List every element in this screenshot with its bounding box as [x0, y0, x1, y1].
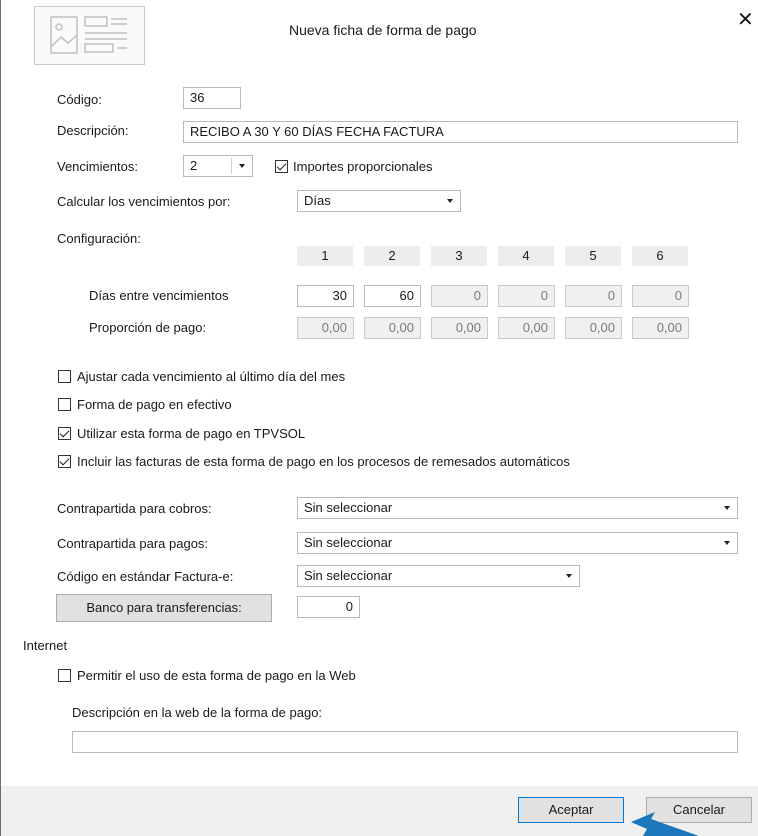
ajustar-vencimiento-label: Ajustar cada vencimiento al último día d…: [77, 369, 346, 384]
dias-input-1[interactable]: 30: [297, 285, 354, 307]
permitir-web-label: Permitir el uso de esta forma de pago en…: [77, 668, 356, 683]
vencimientos-select[interactable]: 2: [183, 155, 253, 177]
contrapartida-cobros-label: Contrapartida para cobros:: [57, 501, 212, 516]
banco-transferencias-input[interactable]: 0: [297, 596, 360, 618]
calcular-select[interactable]: Días: [297, 190, 461, 212]
proporcion-input-3: 0,00: [431, 317, 488, 339]
proporcion-pago-label: Proporción de pago:: [89, 320, 207, 335]
descripcion-label: Descripción:: [57, 123, 129, 138]
dialog-window: Nueva ficha de forma de pago ✕ Código: 3…: [0, 0, 758, 836]
proporcion-input-5: 0,00: [565, 317, 622, 339]
incluir-remesados-checkbox[interactable]: [58, 455, 71, 468]
vencimientos-value: 2: [190, 158, 198, 173]
column-header-5: 5: [565, 246, 621, 266]
ajustar-vencimiento-checkbox[interactable]: [58, 370, 71, 383]
column-header-4: 4: [498, 246, 554, 266]
descripcion-input[interactable]: RECIBO A 30 Y 60 DÍAS FECHA FACTURA: [183, 121, 738, 143]
forma-pago-efectivo-checkbox[interactable]: [58, 398, 71, 411]
column-header-3: 3: [431, 246, 487, 266]
chevron-down-icon[interactable]: [717, 498, 737, 518]
codigo-input[interactable]: 36: [183, 87, 241, 109]
codigo-factura-e-select[interactable]: Sin seleccionar: [297, 565, 580, 587]
chevron-down-icon[interactable]: [559, 566, 579, 586]
forma-pago-efectivo-label: Forma de pago en efectivo: [77, 397, 232, 412]
column-header-6: 6: [632, 246, 688, 266]
calcular-label: Calcular los vencimientos por:: [57, 194, 231, 209]
codigo-factura-e-value: Sin seleccionar: [304, 568, 393, 583]
column-header-2: 2: [364, 246, 420, 266]
dias-input-4: 0: [498, 285, 555, 307]
importes-proporcionales-checkbox[interactable]: [275, 160, 288, 173]
utilizar-tpvsol-label: Utilizar esta forma de pago en TPVSOL: [77, 426, 306, 441]
chevron-down-icon[interactable]: [717, 533, 737, 553]
permitir-web-checkbox[interactable]: [58, 669, 71, 682]
vencimientos-label: Vencimientos:: [57, 159, 138, 174]
proporcion-input-1: 0,00: [297, 317, 354, 339]
dias-entre-vencimientos-label: Días entre vencimientos: [89, 288, 229, 303]
descripcion-web-label: Descripción en la web de la forma de pag…: [72, 705, 323, 720]
dias-input-3: 0: [431, 285, 488, 307]
image-placeholder-icon: [34, 6, 145, 65]
contrapartida-pagos-label: Contrapartida para pagos:: [57, 536, 209, 551]
contrapartida-cobros-select[interactable]: Sin seleccionar: [297, 497, 738, 519]
banco-transferencias-button[interactable]: Banco para transferencias:: [56, 594, 272, 622]
configuracion-label: Configuración:: [57, 231, 141, 246]
descripcion-web-input[interactable]: [72, 731, 738, 753]
proporcion-input-2: 0,00: [364, 317, 421, 339]
internet-section-label: Internet: [23, 638, 68, 653]
importes-proporcionales-label: Importes proporcionales: [293, 159, 433, 174]
incluir-remesados-label: Incluir las facturas de esta forma de pa…: [77, 454, 570, 469]
dialog-title: Nueva ficha de forma de pago: [289, 22, 477, 38]
contrapartida-cobros-value: Sin seleccionar: [304, 500, 393, 515]
dias-input-6: 0: [632, 285, 689, 307]
utilizar-tpvsol-checkbox[interactable]: [58, 427, 71, 440]
dias-input-2[interactable]: 60: [364, 285, 421, 307]
proporcion-input-6: 0,00: [632, 317, 689, 339]
proporcion-input-4: 0,00: [498, 317, 555, 339]
codigo-factura-e-label: Código en estándar Factura-e:: [57, 569, 234, 584]
accept-button[interactable]: Aceptar: [518, 797, 624, 823]
contrapartida-pagos-select[interactable]: Sin seleccionar: [297, 532, 738, 554]
close-icon[interactable]: ✕: [737, 10, 754, 30]
chevron-down-icon[interactable]: [232, 156, 252, 176]
chevron-down-icon[interactable]: [440, 191, 460, 211]
column-header-1: 1: [297, 246, 353, 266]
contrapartida-pagos-value: Sin seleccionar: [304, 535, 393, 550]
calcular-value: Días: [304, 193, 331, 208]
cursor-arrow-icon: [631, 812, 699, 836]
codigo-label: Código:: [57, 92, 102, 107]
dias-input-5: 0: [565, 285, 622, 307]
